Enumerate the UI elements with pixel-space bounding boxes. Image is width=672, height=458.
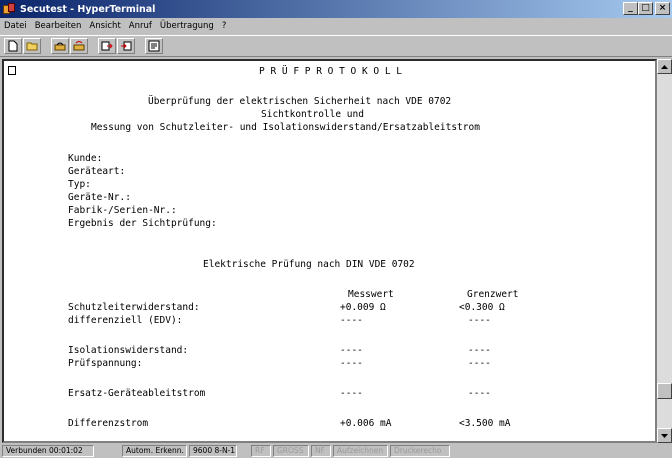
scroll-thumb[interactable]	[657, 383, 672, 399]
row-messwert: +0.006 mA	[340, 418, 392, 429]
open-button[interactable]	[23, 38, 41, 54]
field-geraeteart: Geräteart:	[68, 166, 126, 177]
hyperterminal-icon	[3, 2, 16, 16]
disconnect-icon	[73, 41, 85, 51]
status-gross: GROSS	[273, 445, 309, 457]
new-icon	[8, 40, 18, 52]
row-grenzwert: ----	[468, 358, 491, 369]
report-subtitle-1: Überprüfung der elektrischen Sicherheit …	[148, 96, 452, 107]
menu-anruf[interactable]: Anruf	[129, 21, 152, 31]
send-icon	[101, 41, 113, 51]
open-icon	[26, 42, 38, 51]
send-button[interactable]	[98, 38, 116, 54]
window-title: Secutest - HyperTerminal	[20, 3, 156, 15]
field-fabrik-nr: Fabrik-/Serien-Nr.:	[68, 205, 177, 216]
row-label: Schutzleiterwiderstand:	[68, 302, 200, 313]
row-label: Ersatz-Geräteableitstrom	[68, 388, 206, 399]
connect-button[interactable]	[51, 38, 69, 54]
row-messwert: ----	[340, 388, 363, 399]
receive-button[interactable]	[117, 38, 135, 54]
row-label: Differenzstrom	[68, 418, 149, 429]
terminal-cursor	[8, 66, 16, 75]
row-messwert: +0.009 Ω	[340, 302, 386, 313]
status-port: 9600 8-N-1	[189, 445, 237, 457]
arrow-up-icon	[661, 64, 668, 69]
menu-bearbeiten[interactable]: Bearbeiten	[35, 21, 82, 31]
field-kunde: Kunde:	[68, 153, 103, 164]
status-connected: Verbunden 00:01:02	[2, 445, 94, 457]
minimize-button[interactable]: _	[623, 2, 638, 15]
field-typ: Typ:	[68, 179, 91, 190]
column-header-grenzwert: Grenzwert	[467, 289, 519, 300]
row-grenzwert: <3.500 mA	[459, 418, 511, 429]
connect-icon	[54, 42, 66, 51]
terminal-window[interactable]: P R Ü F P R O T O K O L L Überprüfung de…	[2, 59, 657, 443]
status-bar: Verbunden 00:01:02 Autom. Erkenn. 9600 8…	[0, 444, 672, 458]
scroll-up-button[interactable]	[657, 59, 672, 74]
row-messwert: ----	[340, 315, 363, 326]
row-grenzwert: ----	[468, 345, 491, 356]
row-messwert: ----	[340, 345, 363, 356]
menu-uebertragung[interactable]: Übertragung	[160, 21, 214, 31]
menu-help[interactable]: ?	[222, 21, 227, 31]
properties-icon	[148, 40, 160, 52]
report-subtitle-2: Sichtkontrolle und	[261, 109, 364, 120]
title-bar: Secutest - HyperTerminal _ □ ×	[0, 0, 672, 18]
row-label: Isolationswiderstand:	[68, 345, 189, 356]
menu-ansicht[interactable]: Ansicht	[89, 21, 120, 31]
row-grenzwert: <0.300 Ω	[459, 302, 505, 313]
row-label: differenziell (EDV):	[68, 315, 183, 326]
status-druckerecho: Druckerecho	[390, 445, 450, 457]
status-rf: RF	[251, 445, 271, 457]
row-grenzwert: ----	[468, 315, 491, 326]
properties-button[interactable]	[145, 38, 163, 54]
row-messwert: ----	[340, 358, 363, 369]
new-button[interactable]	[4, 38, 22, 54]
disconnect-button[interactable]	[70, 38, 88, 54]
status-nf: NF	[311, 445, 331, 457]
row-label: Prüfspannung:	[68, 358, 143, 369]
section-title: Elektrische Prüfung nach DIN VDE 0702	[203, 259, 415, 270]
status-detect: Autom. Erkenn.	[122, 445, 187, 457]
arrow-down-icon	[661, 433, 668, 438]
status-aufzeichnen: Aufzeichnen	[333, 445, 388, 457]
field-geraete-nr: Geräte-Nr.:	[68, 192, 131, 203]
field-sichtpruefung: Ergebnis der Sichtprüfung:	[68, 218, 217, 229]
close-button[interactable]: ×	[655, 2, 670, 15]
receive-icon	[121, 41, 132, 51]
toolbar	[0, 35, 672, 57]
menu-datei[interactable]: Datei	[4, 21, 27, 31]
menu-bar: Datei Bearbeiten Ansicht Anruf Übertragu…	[0, 18, 672, 33]
row-grenzwert: ----	[468, 388, 491, 399]
report-subtitle-3: Messung von Schutzleiter- und Isolations…	[91, 122, 480, 133]
report-heading: P R Ü F P R O T O K O L L	[259, 66, 402, 77]
column-header-messwert: Messwert	[348, 289, 394, 300]
maximize-button[interactable]: □	[638, 2, 653, 15]
vertical-scrollbar[interactable]	[657, 59, 672, 443]
scroll-down-button[interactable]	[657, 428, 672, 443]
